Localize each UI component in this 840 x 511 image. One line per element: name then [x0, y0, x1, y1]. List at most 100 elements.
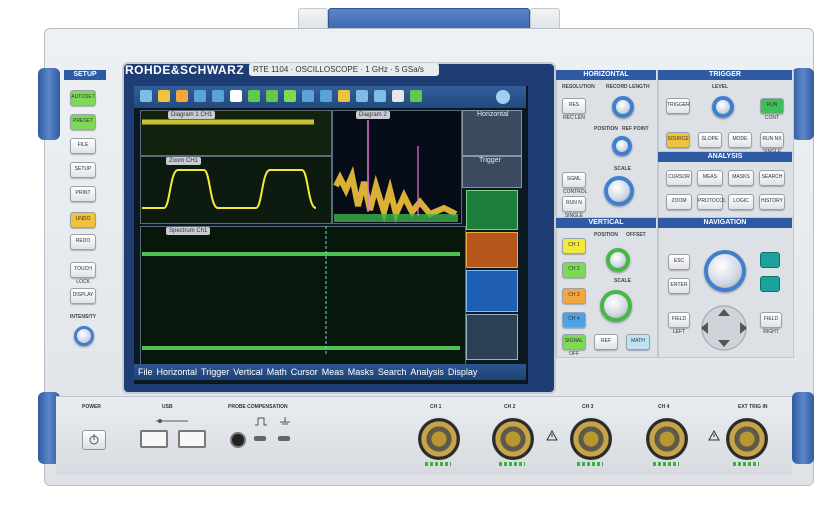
screen-menu-bar: File Horizontal Trigger Vertical Math Cursor M… — [134, 364, 526, 380]
bnc-connector-1[interactable] — [418, 418, 460, 460]
setup-title: SETUP — [64, 70, 106, 80]
screen-menu-search[interactable]: Search — [378, 367, 407, 377]
warning-icon-ext — [708, 430, 720, 441]
signal-off-button[interactable]: SIGNAL OFF — [562, 334, 586, 357]
intensity-label: INTENSITY — [70, 314, 97, 320]
analysis-button-logic[interactable]: LOGIC — [728, 194, 754, 210]
vertical-position-label: POSITION — [594, 232, 618, 238]
setup-button-preset[interactable]: PRESET — [70, 114, 96, 130]
trigger-title: TRIGGER — [658, 70, 792, 80]
scale-label: SCALE — [614, 166, 631, 172]
enter-button[interactable]: ENTER — [668, 278, 690, 294]
ch2-button[interactable]: CH 2 — [562, 262, 586, 278]
analysis-button-search[interactable]: SEARCH — [759, 170, 785, 186]
source-button[interactable]: SOURCE — [666, 132, 690, 148]
horizontal-scale-knob[interactable] — [604, 176, 634, 206]
analysis-button-meas[interactable]: MEAS — [697, 170, 723, 186]
bnc-led-strip-5 — [733, 462, 759, 466]
bnc-connector-2[interactable] — [492, 418, 534, 460]
mode-button[interactable]: MODE — [728, 132, 752, 148]
intensity-knob[interactable] — [74, 326, 94, 346]
screen-menu-cursor[interactable]: Cursor — [291, 367, 318, 377]
setup-button-undo[interactable]: UNDO — [70, 212, 96, 228]
screen-menu-trigger[interactable]: Trigger — [201, 367, 229, 377]
setup-button-redo[interactable]: REDO — [70, 234, 96, 250]
esc-button[interactable]: ESC — [668, 254, 690, 270]
level-label: LEVEL — [712, 84, 729, 90]
ground-icon — [280, 417, 290, 425]
screen-menu-horizontal[interactable]: Horizontal — [157, 367, 198, 377]
setup-button-setup[interactable]: SETUP — [70, 162, 96, 178]
ch1-button[interactable]: CH 1 — [562, 238, 586, 254]
field-right-button[interactable]: FIELD RIGHT — [760, 312, 782, 335]
run-nx-single-button[interactable]: RUN NX SINGLE — [760, 132, 784, 155]
setup-button-display[interactable]: DISPLAY — [70, 288, 96, 304]
analysis-button-zoom[interactable]: ZOOM — [666, 194, 692, 210]
math-button[interactable]: MATH — [626, 334, 650, 350]
ch4-button[interactable]: CH 4 — [562, 312, 586, 328]
bnc-led-strip-3 — [577, 462, 603, 466]
analysis-button-history[interactable]: HISTORY — [759, 194, 785, 210]
resolution-knob[interactable] — [612, 96, 634, 118]
power-label: POWER — [82, 404, 101, 410]
input-label-5: EXT TRIG IN — [738, 404, 768, 410]
probe-comp-lug-1[interactable] — [254, 436, 266, 441]
bnc-connector-3[interactable] — [570, 418, 612, 460]
model-label: RTE 1104 · OSCILLOSCOPE · 1 GHz · 5 GSa/… — [249, 63, 439, 76]
setup-button-touch-lock[interactable]: TOUCH LOCK — [70, 262, 96, 285]
screen-menu-masks[interactable]: Masks — [348, 367, 374, 377]
field-left-button[interactable]: FIELD LEFT — [668, 312, 690, 335]
usb-port-2[interactable] — [178, 430, 206, 448]
setup-button-file[interactable]: FILE — [70, 138, 96, 154]
navigation-title: NAVIGATION — [658, 218, 792, 228]
usb-label: USB — [162, 404, 173, 410]
navigation-knob[interactable] — [704, 250, 746, 292]
screen-menu-vertical[interactable]: Vertical — [233, 367, 263, 377]
bumper-top-left — [38, 68, 60, 140]
run-n-single-button[interactable]: RUN N SINGLE — [562, 196, 586, 219]
analysis-button-cursor[interactable]: CURSOR — [666, 170, 692, 186]
navigation-teal-button-2[interactable] — [760, 276, 780, 292]
bumper-bottom-right — [792, 392, 814, 464]
run-cont-button[interactable]: RUN CONT — [760, 98, 784, 121]
bnc-connector-4[interactable] — [646, 418, 688, 460]
screen-menu-math[interactable]: Math — [267, 367, 287, 377]
ref-button[interactable]: REF — [594, 334, 618, 350]
ref-point-label: REF POINT — [622, 126, 649, 132]
horizontal-position-knob[interactable] — [612, 136, 632, 156]
input-label-1: CH 1 — [430, 404, 442, 410]
screen-menu-analysis[interactable]: Analysis — [410, 367, 444, 377]
trigger-level-knob[interactable] — [712, 96, 734, 118]
setup-button-print[interactable]: PRINT — [70, 186, 96, 202]
setup-button-autoset[interactable]: AUTOSET — [70, 90, 96, 106]
sgml-control-button[interactable]: SGML CONTROL — [562, 172, 587, 195]
trigger-button[interactable]: TRIGGER — [666, 98, 690, 114]
screen-menu-file[interactable]: File — [138, 367, 153, 377]
slope-button[interactable]: SLOPE — [698, 132, 722, 148]
resolution-label: RESOLUTION — [562, 84, 595, 90]
power-button[interactable] — [82, 430, 106, 450]
bnc-connector-5[interactable] — [726, 418, 768, 460]
vertical-scale-knob[interactable] — [600, 290, 632, 322]
vertical-position-knob[interactable] — [606, 248, 630, 272]
vertical-scale-label: SCALE — [614, 278, 631, 284]
screen-menu-display[interactable]: Display — [448, 367, 478, 377]
analysis-button-masks[interactable]: MASKS — [728, 170, 754, 186]
arrow-pad[interactable] — [694, 304, 754, 352]
probe-comp-lug-2[interactable] — [278, 436, 290, 441]
brand-logo: ROHDE&SCHWARZ — [125, 63, 245, 77]
usb-icon — [156, 419, 188, 423]
res-rec-len-button[interactable]: RES REC LEN — [562, 98, 586, 121]
vertical-title: VERTICAL — [556, 218, 656, 228]
probe-comp-terminal[interactable] — [230, 432, 246, 448]
record-length-label: RECORD LENGTH — [606, 84, 650, 90]
input-label-3: CH 3 — [582, 404, 594, 410]
navigation-teal-button-1[interactable] — [760, 252, 780, 268]
screen-menu-meas[interactable]: Meas — [322, 367, 344, 377]
usb-port-1[interactable] — [140, 430, 168, 448]
analysis-button-protocol[interactable]: PROTOCOL — [697, 194, 726, 210]
ch3-button[interactable]: CH 3 — [562, 288, 586, 304]
position-label: POSITION — [594, 126, 618, 132]
probe-compensation-label: PROBE COMPENSATION — [228, 404, 288, 410]
horizontal-title: HORIZONTAL — [556, 70, 656, 80]
